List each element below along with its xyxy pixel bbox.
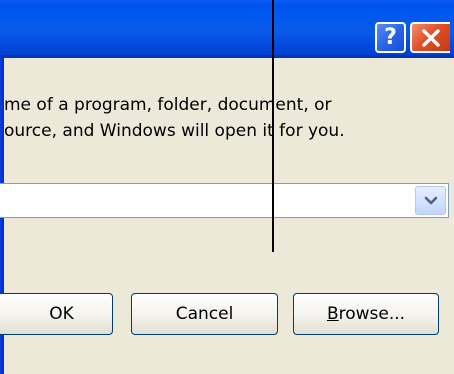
ok-button[interactable]: OK <box>0 293 113 335</box>
browse-button-label: Browse... <box>327 304 405 324</box>
text-cursor-line <box>272 0 274 252</box>
cancel-button-label: Cancel <box>175 304 234 324</box>
close-button[interactable] <box>410 22 450 53</box>
chevron-down-icon <box>424 191 438 210</box>
browse-button[interactable]: Browse... <box>293 293 439 335</box>
instruction-line-2: ource, and Windows will open it for you. <box>4 121 345 141</box>
open-input[interactable] <box>0 184 412 217</box>
close-x-icon <box>420 27 442 49</box>
browse-label-rest: rowse... <box>338 304 406 324</box>
ok-button-label: OK <box>49 304 74 324</box>
dropdown-button[interactable] <box>415 186 446 215</box>
question-mark-icon: ? <box>384 24 397 50</box>
instruction-text: me of a program, folder, document, or ou… <box>4 92 454 144</box>
browse-mnemonic: B <box>326 304 339 324</box>
help-button[interactable]: ? <box>375 22 406 53</box>
title-bar[interactable]: ? <box>0 0 454 58</box>
cancel-button[interactable]: Cancel <box>131 293 278 335</box>
open-combobox[interactable] <box>0 183 449 218</box>
instruction-line-1: me of a program, folder, document, or <box>4 95 332 115</box>
